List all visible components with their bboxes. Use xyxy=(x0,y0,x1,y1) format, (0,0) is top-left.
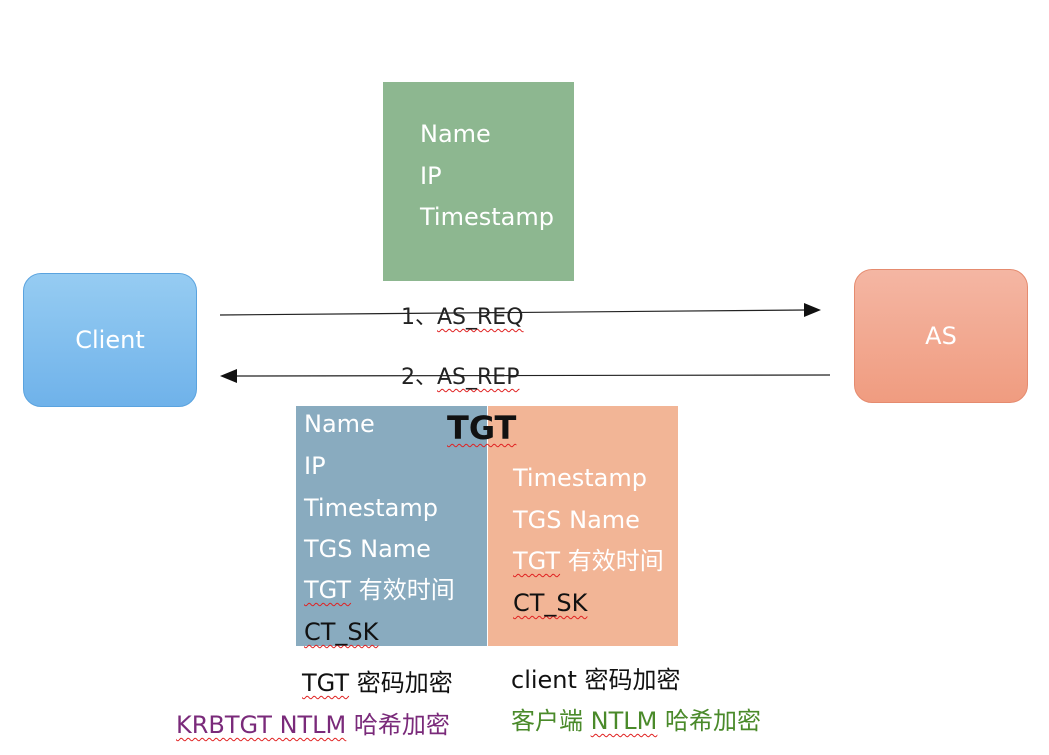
sk-field-timestamp: Timestamp xyxy=(513,464,647,492)
caption-client-hash-ntlm: NTLM xyxy=(590,707,658,735)
as-rep-arrowhead xyxy=(220,369,237,383)
as-req-text: AS_REQ xyxy=(437,305,524,330)
tgt-field-ip: IP xyxy=(304,452,326,480)
tgt-field-session-key: CT_SK xyxy=(304,618,379,646)
tgt-title: TGT xyxy=(447,409,517,447)
caption-krbtgt-hash: KRBTGT NTLM 哈希加密 xyxy=(176,710,450,740)
caption-client-hash-suffix: 哈希加密 xyxy=(657,707,761,735)
sk-field-tgs-name: TGS Name xyxy=(513,506,640,534)
session-key-block: Timestamp TGS Name TGT 有效时间 CT_SK xyxy=(488,406,678,646)
caption-client-hash: 客户端 NTLM 哈希加密 xyxy=(511,706,761,736)
sk-field-validity: TGT 有效时间 xyxy=(513,547,664,575)
caption-client-password: client 密码加密 xyxy=(511,666,681,694)
tgt-validity-suffix: 有效时间 xyxy=(351,576,455,604)
caption-tgt-suffix: 密码加密 xyxy=(349,669,453,697)
sk-validity-prefix: TGT xyxy=(513,547,561,575)
tgt-field-validity: TGT 有效时间 xyxy=(304,576,455,604)
tgt-field-timestamp: Timestamp xyxy=(304,494,438,522)
as-req-label: 1、AS_REQ xyxy=(401,299,524,331)
as-rep-text: AS_REP xyxy=(437,365,520,390)
tgt-validity-prefix: TGT xyxy=(304,576,352,604)
as-rep-step-number: 2、 xyxy=(401,365,437,390)
tgt-field-tgs-name: TGS Name xyxy=(304,535,431,563)
caption-krbtgt-suffix: 哈希加密 xyxy=(346,711,450,739)
tgt-field-name: Name xyxy=(304,410,375,438)
as-rep-arrow-line xyxy=(235,374,831,377)
caption-krbtgt-prefix: KRBTGT NTLM xyxy=(176,711,347,739)
as-rep-label: 2、AS_REP xyxy=(401,359,519,391)
caption-tgt-encryption: TGT 密码加密 xyxy=(302,668,453,698)
sk-validity-suffix: 有效时间 xyxy=(560,547,664,575)
sk-field-session-key: CT_SK xyxy=(513,589,588,617)
as-req-step-number: 1、 xyxy=(401,305,437,330)
caption-client-hash-prefix: 客户端 xyxy=(511,707,591,735)
as-req-arrowhead xyxy=(804,303,821,317)
caption-tgt-prefix: TGT xyxy=(302,669,350,697)
